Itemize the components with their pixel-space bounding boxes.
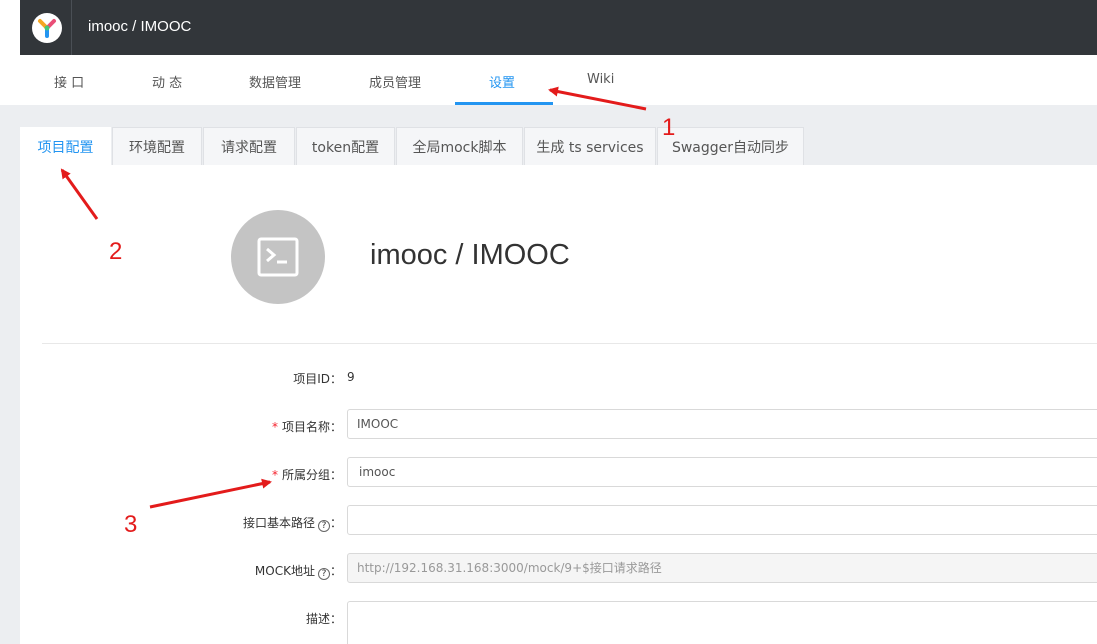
project-group-select[interactable]: imooc — [347, 457, 1097, 487]
project-name-label: * 项目名称： — [272, 418, 342, 435]
mock-url-label-text: MOCK地址 — [254, 564, 315, 578]
tab-env-config[interactable]: 环境配置 — [112, 127, 202, 165]
tab-ts-services[interactable]: 生成 ts services — [524, 127, 656, 165]
nav-tab-settings[interactable]: 设置 — [489, 72, 515, 91]
mock-colon: ： — [329, 564, 342, 578]
help-icon[interactable]: ? — [317, 520, 330, 532]
project-group-label-text: 所属分组： — [281, 468, 342, 482]
header-project-title[interactable]: imooc / IMOOC — [88, 18, 191, 35]
tab-request-config[interactable]: 请求配置 — [203, 127, 295, 165]
nav-tab-interface[interactable]: 接 口 — [54, 72, 84, 91]
nav-active-indicator — [455, 102, 553, 105]
description-textarea[interactable] — [347, 601, 1097, 644]
basepath-label: 接口基本路径?： — [243, 514, 342, 532]
tab-project-config[interactable]: 项目配置 — [20, 127, 111, 165]
basepath-label-text: 接口基本路径 — [242, 516, 315, 530]
annotation-number-3: 3 — [124, 511, 138, 538]
tab-global-mock[interactable]: 全局mock脚本 — [396, 127, 523, 165]
mock-url-input[interactable]: http://192.168.31.168:3000/mock/9+$接口请求路… — [347, 553, 1097, 583]
annotation-number-1: 1 — [662, 114, 676, 141]
mock-url-label: MOCK地址?： — [255, 562, 342, 580]
logo-container[interactable] — [22, 0, 72, 55]
required-mark: * — [271, 468, 278, 482]
description-label: 描述： — [305, 612, 342, 626]
project-avatar[interactable] — [231, 210, 325, 304]
top-header: imooc / IMOOC — [0, 0, 1097, 55]
project-config-panel: imooc / IMOOC 项目ID： 9 * 项目名称： IMOOC * 所属分组… — [20, 165, 1097, 644]
nav-tab-activity[interactable]: 动 态 — [152, 72, 182, 91]
project-name-input[interactable]: IMOOC — [347, 409, 1097, 439]
required-mark: * — [271, 420, 278, 434]
project-title: imooc / IMOOC — [370, 239, 570, 271]
nav-tab-data[interactable]: 数据管理 — [249, 72, 301, 91]
basepath-colon: ： — [329, 516, 342, 530]
terminal-icon — [257, 237, 299, 277]
basepath-input[interactable] — [347, 505, 1097, 535]
section-divider — [42, 343, 1097, 344]
tab-swagger-sync[interactable]: Swagger自动同步 — [657, 127, 804, 165]
project-nav: 接 口 动 态 数据管理 成员管理 设置 Wiki — [0, 55, 1097, 105]
header-left-edge — [0, 0, 20, 55]
nav-tab-wiki[interactable]: Wiki — [587, 72, 614, 87]
yapi-logo-icon[interactable] — [31, 12, 62, 43]
project-id-label: 项目ID： — [293, 372, 342, 386]
nav-tab-members[interactable]: 成员管理 — [369, 72, 421, 91]
annotation-number-2: 2 — [109, 238, 123, 265]
project-group-label: * 所属分组： — [272, 466, 342, 483]
project-name-label-text: 项目名称： — [281, 420, 342, 434]
help-icon[interactable]: ? — [317, 568, 330, 580]
project-id-value: 9 — [347, 370, 355, 384]
tab-token-config[interactable]: token配置 — [296, 127, 395, 165]
